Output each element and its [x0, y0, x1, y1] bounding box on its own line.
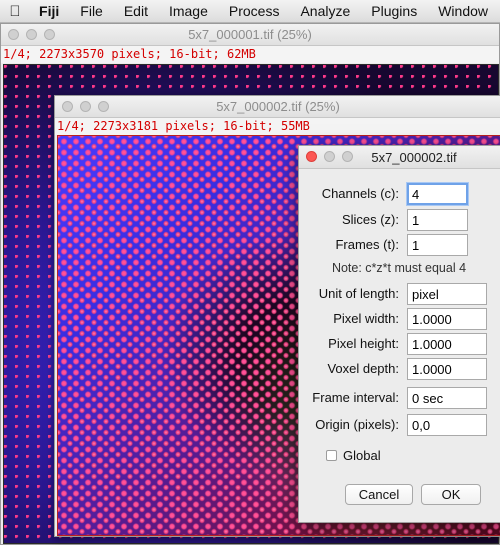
ok-button[interactable]: OK [421, 484, 481, 505]
menu-window[interactable]: Window [429, 0, 500, 22]
menu-analyze[interactable]: Analyze [291, 0, 362, 22]
menu-edit[interactable]: Edit [115, 0, 160, 22]
slices-field[interactable]: 1 [407, 209, 468, 231]
menu-plugins[interactable]: Plugins [362, 0, 429, 22]
frames-label: Frames (t): [335, 237, 399, 252]
voxel-depth-label: Voxel depth: [327, 361, 399, 376]
pixel-height-label: Pixel height: [328, 336, 399, 351]
menu-bar:  Fiji File Edit Image Process Analyze P… [0, 0, 500, 23]
menu-app-fiji[interactable]: Fiji [30, 0, 71, 22]
menu-process[interactable]: Process [220, 0, 292, 22]
image-window-2-titlebar[interactable]: 5x7_000002.tif (25%) [55, 96, 500, 118]
unit-field[interactable]: pixel [407, 283, 487, 305]
pixel-width-field[interactable]: 1.0000 [407, 308, 487, 330]
voxel-depth-field[interactable]: 1.0000 [407, 358, 487, 380]
checkbox-box[interactable] [326, 450, 337, 461]
unit-label: Unit of length: [318, 286, 399, 301]
cancel-button[interactable]: Cancel [345, 484, 413, 505]
frames-field[interactable]: 1 [407, 234, 468, 256]
image-window-2-title: 5x7_000002.tif (25%) [216, 99, 340, 114]
channels-field[interactable]: 4 [407, 183, 468, 205]
dimension-note: Note: c*z*t must equal 4 [331, 261, 467, 275]
origin-label: Origin (pixels): [315, 417, 399, 432]
properties-dialog: 5x7_000002.tif Channels (c): 4 Slices (z… [298, 145, 500, 523]
image-window-1-title: 5x7_000001.tif (25%) [188, 27, 312, 42]
pixel-width-label: Pixel width: [333, 311, 399, 326]
image-window-1-titlebar[interactable]: 5x7_000001.tif (25%) [1, 24, 499, 46]
dialog-titlebar[interactable]: 5x7_000002.tif [299, 146, 500, 169]
global-checkbox[interactable]: Global [326, 448, 381, 463]
close-icon[interactable] [306, 151, 317, 162]
frame-interval-label: Frame interval: [312, 390, 399, 405]
global-label: Global [343, 448, 381, 463]
pixel-height-field[interactable]: 1.0000 [407, 333, 487, 355]
frame-interval-field[interactable]: 0 sec [407, 387, 487, 409]
menu-image[interactable]: Image [160, 0, 220, 22]
image-window-2-info: 1/4; 2273x3181 pixels; 16-bit; 55MB [55, 118, 500, 135]
origin-field[interactable]: 0,0 [407, 414, 487, 436]
slices-label: Slices (z): [341, 212, 399, 227]
apple-menu-icon[interactable]:  [0, 3, 30, 20]
channels-label: Channels (c): [321, 186, 399, 201]
dialog-title: 5x7_000002.tif [371, 150, 457, 165]
menu-file[interactable]: File [71, 0, 115, 22]
image-window-1-info: 1/4; 2273x3570 pixels; 16-bit; 62MB [1, 46, 499, 63]
